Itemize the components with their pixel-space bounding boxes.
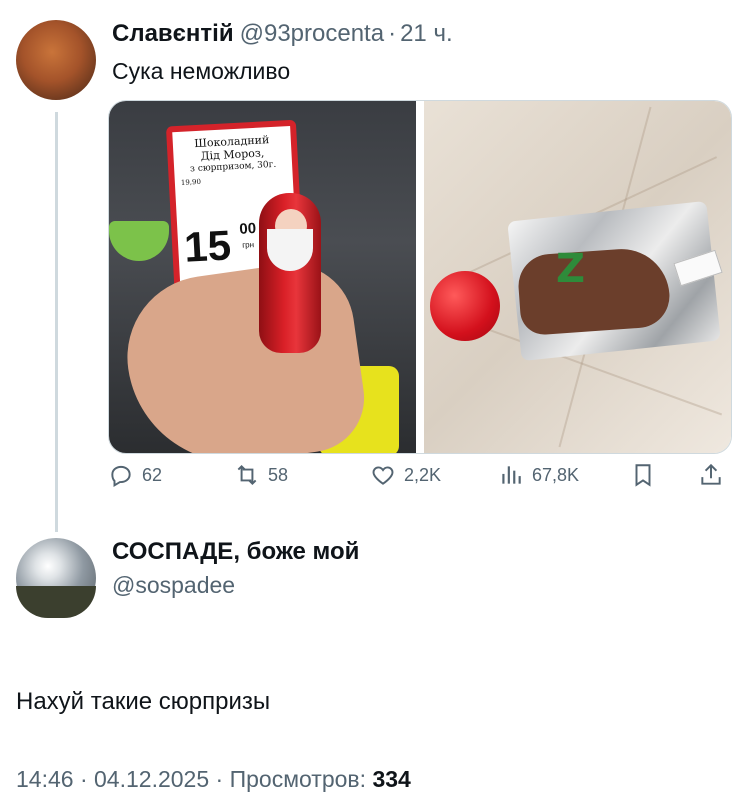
author-name[interactable]: Славєнтій <box>112 20 234 47</box>
tweet-meta: 14:46 · 04.12.2025 · Просмотров: 334 <box>16 766 411 792</box>
avatar[interactable] <box>16 20 96 100</box>
tweet-text: Сука неможливо <box>112 58 291 84</box>
thread-line <box>55 112 58 532</box>
avatar-landscape <box>16 586 96 618</box>
views-label: Просмотров: <box>229 766 367 792</box>
price-currency: грн <box>242 240 255 250</box>
photo-santa-in-hand[interactable]: Шоколадний Дід Мороз, з сюрпризом, 30г. … <box>109 101 416 453</box>
z-toy: Z <box>556 246 586 292</box>
author-name[interactable]: СОСПАДЕ, боже мой <box>112 538 359 566</box>
share-button[interactable] <box>698 462 724 488</box>
views-icon <box>502 466 521 484</box>
timestamp[interactable]: 21 ч. <box>400 20 453 47</box>
views-button[interactable]: 67,8K <box>498 462 579 488</box>
separator: · <box>388 20 397 47</box>
green-bowl <box>109 221 169 261</box>
reply-count: 62 <box>142 464 163 485</box>
chocolate-shell <box>516 245 672 337</box>
hand <box>116 255 372 453</box>
photo-opened-chocolate[interactable]: Z <box>424 101 731 453</box>
author-handle[interactable]: @93procenta <box>240 20 384 47</box>
reply-button[interactable]: 62 <box>108 462 162 488</box>
like-button[interactable]: 2,2K <box>370 462 441 488</box>
views-count: 334 <box>372 766 411 792</box>
photo-divider <box>416 101 424 453</box>
red-capsule <box>430 271 500 341</box>
media-grid[interactable]: Шоколадний Дід Мороз, з сюрпризом, 30г. … <box>108 100 732 454</box>
tweet-time[interactable]: 14:46 <box>16 766 74 792</box>
author-handle[interactable]: @sospadee <box>112 572 235 599</box>
reply-icon <box>111 465 131 488</box>
bookmark-button[interactable] <box>630 462 656 488</box>
repost-icon <box>237 464 257 486</box>
bookmark-icon <box>635 464 651 487</box>
tweet-text: Нахуй такие сюрпризы <box>16 688 271 715</box>
tweet-date[interactable]: 04.12.2025 <box>94 766 209 792</box>
like-count: 2,2K <box>404 464 442 485</box>
price-main: 15 <box>183 221 233 271</box>
repost-count: 58 <box>268 464 289 485</box>
share-icon <box>701 463 721 485</box>
repost-button[interactable]: 58 <box>234 462 288 488</box>
like-icon <box>372 466 394 485</box>
action-bar: 62 58 2,2K 67,8K <box>108 462 730 498</box>
tweet-header: Славєнтій @93procenta · 21 ч. <box>112 20 453 48</box>
views-count: 67,8K <box>532 464 580 485</box>
price-cents: 00 <box>238 219 257 238</box>
